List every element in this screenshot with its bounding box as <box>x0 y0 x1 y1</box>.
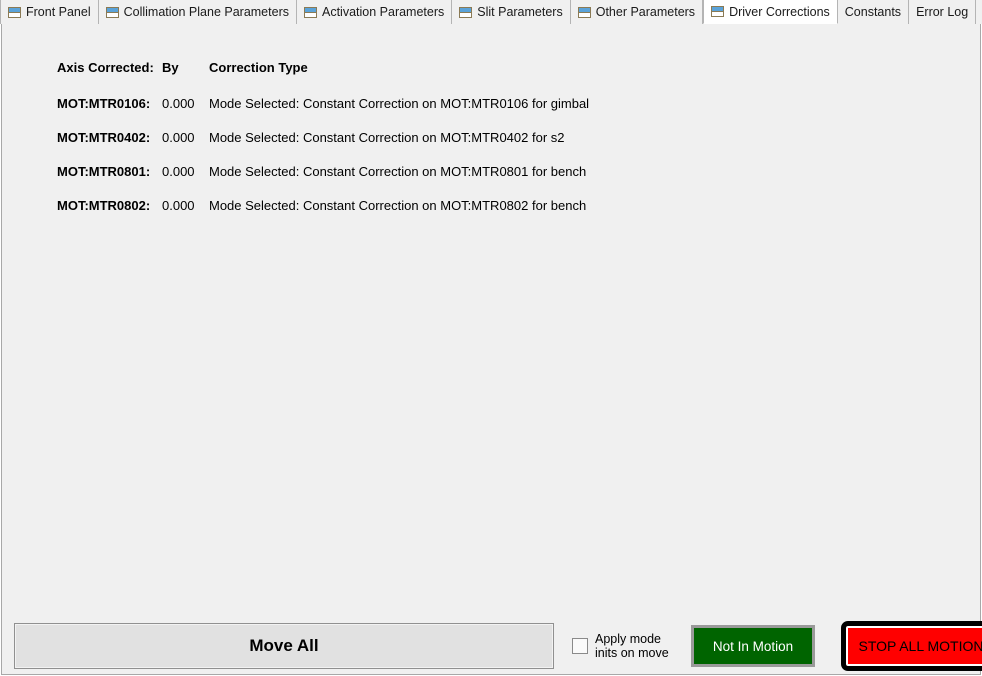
cell-correction-type: Mode Selected: Constant Correction on MO… <box>209 164 587 179</box>
panel-icon <box>8 6 21 18</box>
driver-corrections-window: Front Panel Collimation Plane Parameters… <box>0 0 982 676</box>
tab-driver-corrections[interactable]: Driver Corrections <box>703 0 838 24</box>
corrections-table: Axis Corrected: By Correction Type MOT:M… <box>57 60 757 232</box>
panel-icon <box>303 6 317 18</box>
tab-label: Constants <box>844 5 902 19</box>
tab-label: Collimation Plane Parameters <box>123 5 289 19</box>
cell-axis: MOT:MTR0106: <box>57 96 151 111</box>
cell-axis: MOT:MTR0801: <box>57 164 151 179</box>
table-row: MOT:MTR0801: 0.000 Mode Selected: Consta… <box>57 164 757 198</box>
cell-by[interactable]: 0.000 <box>162 198 209 213</box>
panel-icon <box>105 6 119 18</box>
tab-label: Activation Parameters <box>321 5 445 19</box>
cell-axis: MOT:MTR0402: <box>57 130 151 145</box>
tab-constants[interactable]: Constants <box>837 0 910 24</box>
panel-icon <box>459 6 473 18</box>
cell-by[interactable]: 0.000 <box>162 96 209 111</box>
driver-corrections-panel: Axis Corrected: By Correction Type MOT:M… <box>1 24 982 675</box>
tab-label: Error Log <box>916 5 969 19</box>
tab-label: Driver Corrections <box>729 4 830 19</box>
cell-axis: MOT:MTR0802: <box>57 198 151 213</box>
tab-label: Other Parameters <box>595 5 696 19</box>
tab-redefine-motors[interactable]: Redefine Motors <box>976 0 982 24</box>
cell-correction-type: Mode Selected: Constant Correction on MO… <box>209 130 565 145</box>
bottom-control-bar: Move All Apply mode inits on move Not In… <box>2 618 982 674</box>
table-header-row: Axis Corrected: By Correction Type <box>57 60 757 96</box>
tab-front-panel[interactable]: Front Panel <box>0 0 99 24</box>
tab-slit-parameters[interactable]: Slit Parameters <box>452 0 571 24</box>
panel-icon <box>711 6 725 17</box>
tab-label: Front Panel <box>26 5 91 19</box>
cell-by[interactable]: 0.000 <box>162 164 209 179</box>
stop-all-motion-button[interactable]: STOP ALL MOTION <box>841 621 982 671</box>
tab-activation-parameters[interactable]: Activation Parameters <box>296 0 453 24</box>
table-row: MOT:MTR0402: 0.000 Mode Selected: Consta… <box>57 130 757 164</box>
table-row: MOT:MTR0106: 0.000 Mode Selected: Consta… <box>57 96 757 130</box>
tab-bar: Front Panel Collimation Plane Parameters… <box>0 0 982 24</box>
column-header-correction-type: Correction Type <box>209 60 308 75</box>
cell-correction-type: Mode Selected: Constant Correction on MO… <box>209 198 587 213</box>
panel-icon <box>577 6 591 18</box>
tab-collimation-plane-parameters[interactable]: Collimation Plane Parameters <box>98 0 297 24</box>
tab-error-log[interactable]: Error Log <box>909 0 977 24</box>
motion-status-indicator: Not In Motion <box>691 625 815 667</box>
column-header-by: By <box>162 60 179 75</box>
move-all-button[interactable]: Move All <box>14 623 554 669</box>
column-header-axis: Axis Corrected: <box>57 60 154 75</box>
table-row: MOT:MTR0802: 0.000 Mode Selected: Consta… <box>57 198 757 232</box>
apply-mode-inits-control: Apply mode inits on move <box>572 632 673 660</box>
apply-mode-inits-label: Apply mode inits on move <box>595 632 669 660</box>
tab-other-parameters[interactable]: Other Parameters <box>570 0 704 24</box>
cell-correction-type: Mode Selected: Constant Correction on MO… <box>209 96 590 111</box>
apply-mode-inits-checkbox[interactable] <box>572 638 588 654</box>
tab-label: Slit Parameters <box>477 5 563 19</box>
cell-by[interactable]: 0.000 <box>162 130 209 145</box>
